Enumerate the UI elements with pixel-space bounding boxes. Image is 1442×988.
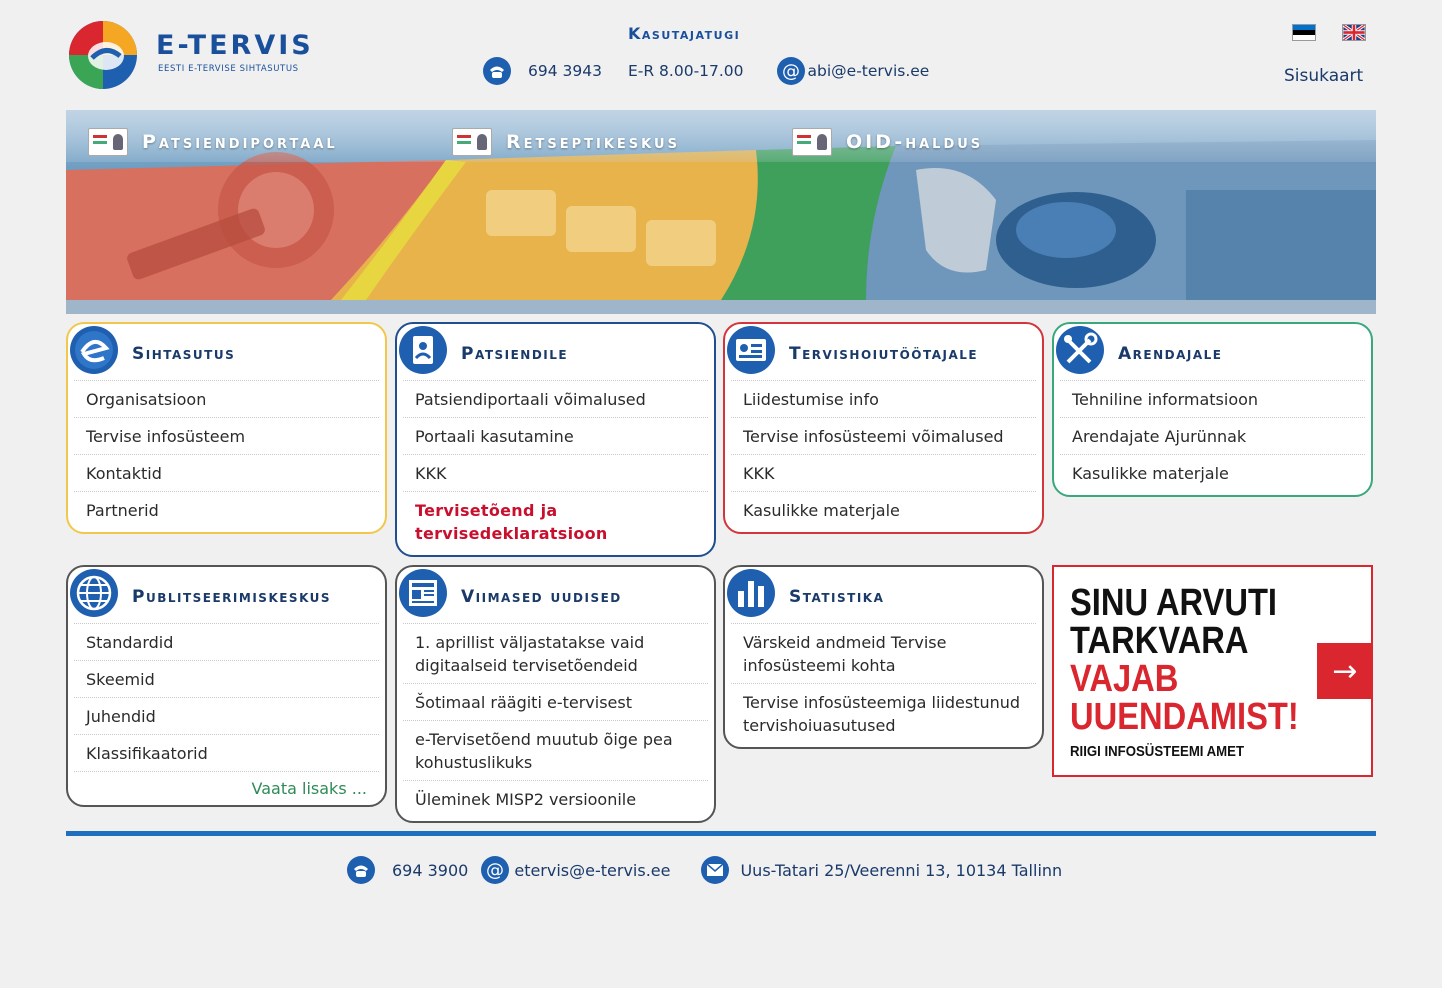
svg-text:@: @ (486, 860, 504, 881)
footer-address: Uus-Tatari 25/Veerenni 13, 10134 Tallinn (740, 860, 1063, 880)
news-item[interactable]: Üleminek MISP2 versioonile (415, 788, 702, 811)
ad-line-4: UUENDAMIST! (1070, 696, 1299, 738)
panel-statistika: Statistika Värskeid andmeid Tervise info… (723, 565, 1044, 749)
menu-item-arendajate-ajurunnak[interactable]: Arendajate Ajurünnak (1072, 425, 1359, 448)
ad-source: RIIGI INFOSÜSTEEMI AMET (1070, 743, 1245, 760)
menu-item-tis-voimalused[interactable]: Tervise infosüsteemi võimalused (743, 425, 1030, 448)
support-phone[interactable]: 694 3943 (528, 62, 602, 80)
footer-contacts: 694 3900 @ etervis@e-tervis.ee Uus-Tatar… (346, 854, 1062, 886)
newspaper-icon (399, 569, 447, 617)
flag-estonian-icon[interactable] (1292, 24, 1316, 41)
svg-text:@: @ (782, 61, 800, 82)
footer-divider (66, 831, 1376, 836)
software-update-ad[interactable]: SINU ARVUTI TARKVARA VAJAB UUENDAMIST! R… (1052, 565, 1373, 777)
menu-item-patsiendiportaali-voimalused[interactable]: Patsiendiportaali võimalused (415, 388, 702, 411)
stats-item[interactable]: Tervise infosüsteemiga liidestunud tervi… (743, 691, 1030, 737)
footer-phone[interactable]: 694 3900 (392, 861, 468, 880)
globe-icon (70, 569, 118, 617)
panel-title: Publitseerimiskeskus (132, 587, 332, 607)
see-more-link[interactable]: Vaata lisaks ... (252, 779, 367, 798)
menu-item-kontaktid[interactable]: Kontaktid (86, 462, 373, 485)
panel-title: Viimased uudised (461, 587, 622, 607)
ad-line-3: VAJAB (1070, 658, 1179, 700)
arrow-right-icon[interactable]: → (1317, 643, 1373, 699)
panel-title: Arendajale (1118, 344, 1223, 364)
menu-item-partnerid[interactable]: Partnerid (86, 499, 373, 522)
banner-tab-label: Retseptikeskus (506, 131, 680, 153)
logo-subtitle: EESTI E-TERVISE SIHTASUTUS (158, 64, 299, 74)
logo-mark-icon (69, 21, 137, 89)
menu-item-tehniline-informatsioon[interactable]: Tehniline informatsioon (1072, 388, 1359, 411)
support-contacts: 694 3943 E-R 8.00-17.00 @ abi@e-tervis.e… (482, 56, 929, 86)
e-logo-icon (70, 326, 118, 374)
panel-viimased-uudised: Viimased uudised 1. aprillist väljastata… (395, 565, 716, 823)
panel-title: Tervishoiutöötajale (789, 344, 979, 364)
panel-sihtasutus: Sihtasutus Organisatsioon Tervise infosü… (66, 322, 387, 534)
news-item[interactable]: Šotimaal räägiti e-tervisest (415, 691, 702, 714)
menu-item-standardid[interactable]: Standardid (86, 631, 373, 654)
id-card-icon (88, 128, 128, 156)
panel-title: Patsiendile (461, 344, 569, 364)
stats-item[interactable]: Värskeid andmeid Tervise infosüsteemi ko… (743, 631, 1030, 677)
news-item[interactable]: e-Tervisetõend muutub õige pea kohustusl… (415, 728, 702, 774)
panel-title: Sihtasutus (132, 344, 236, 364)
id-card-icon (792, 128, 832, 156)
banner-tab-oid-haldus[interactable]: OID-haldus (792, 126, 983, 158)
banner-tab-retseptikeskus[interactable]: Retseptikeskus (452, 126, 680, 158)
banner-tab-label: Patsiendiportaal (142, 131, 338, 153)
hero-banner: Patsiendiportaal Retseptikeskus OID-hald… (66, 110, 1376, 314)
panel-header: Sihtasutus (68, 324, 385, 380)
envelope-icon (701, 856, 730, 884)
panel-tervishoiutootajale: Tervishoiutöötajale Liidestumise info Te… (723, 322, 1044, 534)
menu-item-juhendid[interactable]: Juhendid (86, 705, 373, 728)
phone-icon (483, 57, 511, 85)
menu-item-tervise-infosusteem[interactable]: Tervise infosüsteem (86, 425, 373, 448)
panel-publitseerimiskeskus: Publitseerimiskeskus Standardid Skeemid … (66, 565, 387, 807)
bar-chart-icon (727, 569, 775, 617)
panel-header: Publitseerimiskeskus (68, 567, 385, 623)
flag-english-icon[interactable] (1342, 24, 1366, 41)
phone-icon (347, 856, 375, 884)
support-title: Kasutajatugi (628, 24, 741, 43)
logo-name: E-TERVIS (156, 30, 314, 61)
at-sign-icon: @ (776, 57, 805, 85)
menu-item-kasulikke-materjale[interactable]: Kasulikke materjale (743, 499, 1030, 522)
menu-item-kkk[interactable]: KKK (743, 462, 1030, 485)
panel-arendajale: Arendajale Tehniline informatsioon Arend… (1052, 322, 1373, 497)
menu-item-tervisetoend[interactable]: Tervisetõend ja tervisedeklaratsioon (415, 499, 615, 545)
panel-header: Patsiendile (397, 324, 714, 380)
panel-header: Arendajale (1054, 324, 1371, 380)
banner-tab-label: OID-haldus (846, 131, 984, 153)
menu-item-kkk[interactable]: KKK (415, 462, 702, 485)
id-badge-icon (727, 326, 775, 374)
tools-icon (1056, 326, 1104, 374)
panel-title: Statistika (789, 587, 885, 607)
banner-tab-patsiendiportaal[interactable]: Patsiendiportaal (88, 126, 338, 158)
patient-clipboard-icon (399, 326, 447, 374)
at-sign-icon: @ (481, 856, 510, 884)
panel-patsiendile: Patsiendile Patsiendiportaali võimalused… (395, 322, 716, 557)
ad-line-1: SINU ARVUTI (1070, 582, 1278, 624)
support-hours: E-R 8.00-17.00 (627, 62, 744, 80)
id-card-icon (452, 128, 492, 156)
panel-header: Statistika (725, 567, 1042, 623)
panel-header: Tervishoiutöötajale (725, 324, 1042, 380)
ad-line-2: TARKVARA (1070, 620, 1249, 662)
news-item[interactable]: 1. aprillist väljastatakse vaid digitaal… (415, 631, 702, 677)
sitemap-link[interactable]: Sisukaart (1284, 66, 1363, 86)
menu-item-organisatsioon[interactable]: Organisatsioon (86, 388, 373, 411)
logo[interactable]: E-TERVIS EESTI E-TERVISE SIHTASUTUS (66, 18, 336, 94)
menu-item-liidestumise-info[interactable]: Liidestumise info (743, 388, 1030, 411)
panel-header: Viimased uudised (397, 567, 714, 623)
support-email[interactable]: abi@e-tervis.ee (808, 62, 930, 80)
menu-item-klassifikaatorid[interactable]: Klassifikaatorid (86, 742, 373, 765)
menu-item-portaali-kasutamine[interactable]: Portaali kasutamine (415, 425, 702, 448)
menu-item-skeemid[interactable]: Skeemid (86, 668, 373, 691)
footer-email[interactable]: etervis@e-tervis.ee (514, 861, 670, 880)
menu-item-kasulikke-materjale[interactable]: Kasulikke materjale (1072, 462, 1359, 485)
